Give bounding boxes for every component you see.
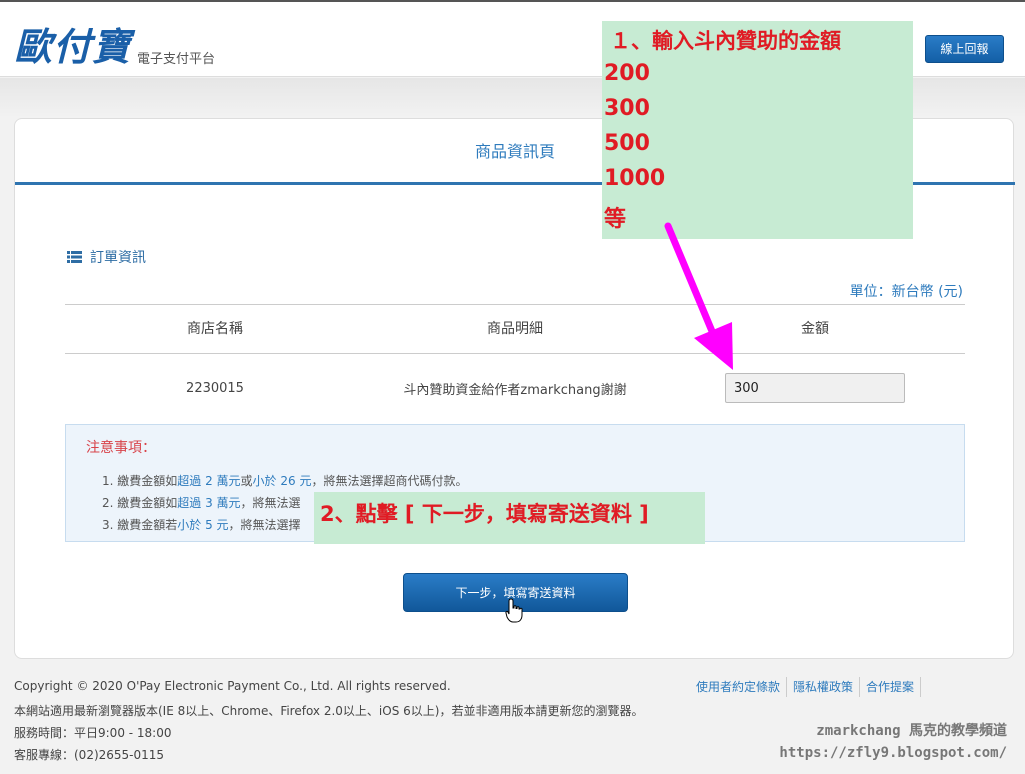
store-id: 2230015 <box>186 380 244 396</box>
copyright-text: Copyright © 2020 O'Pay Electronic Paymen… <box>14 679 451 693</box>
header-product-detail: 商品明細 <box>487 321 543 337</box>
list-item: 1. 繳費金額如超過 2 萬元或小於 26 元，將無法選擇超商代碼付款。 <box>102 474 468 488</box>
notice-title: 注意事項： <box>86 440 156 456</box>
watermark-line1: zmarkchang 馬克的教學頻道 <box>816 723 1007 739</box>
currency-unit: 單位：新台幣 (元) <box>849 284 963 300</box>
step1-value: 500 <box>604 131 650 156</box>
table-row: 2230015 斗內贊助資金給作者zmarkchang謝謝 <box>65 354 965 422</box>
step1-value: 200 <box>604 61 650 86</box>
order-table: 商店名稱 商品明細 金額 2230015 斗內贊助資金給作者zmarkchang… <box>65 304 965 422</box>
order-info-heading: 訂單資訊 <box>67 247 146 267</box>
watermark-line2: https://zfly9.blogspot.com/ <box>779 745 1007 761</box>
browser-note: 本網站適用最新瀏覽器版本(IE 8以上、Chrome、Firefox 2.0以上… <box>14 704 644 718</box>
step2-annotation: 2、點擊 [ 下一步，填寫寄送資料 ] <box>314 492 705 544</box>
service-hours: 服務時間：平日9:00 - 18:00 <box>14 726 172 740</box>
online-report-button[interactable]: 線上回報 <box>925 35 1004 63</box>
header-store-name: 商店名稱 <box>187 321 243 337</box>
service-hotline: 客服專線：(02)2655-0115 <box>14 748 165 762</box>
step1-value: 1000 <box>604 166 666 191</box>
product-detail: 斗內贊助資金給作者zmarkchang謝謝 <box>403 382 627 398</box>
step1-value: 等 <box>604 207 627 232</box>
step2-text: 2、點擊 [ 下一步，填寫寄送資料 ] <box>320 502 649 526</box>
partnership-link[interactable]: 合作提案 <box>860 677 922 697</box>
terms-link[interactable]: 使用者約定條款 <box>690 677 788 697</box>
amount-cell <box>665 373 965 403</box>
table-header: 商店名稱 商品明細 金額 <box>65 304 965 354</box>
step1-annotation: １、輸入斗內贊助的金額 200 300 500 1000 等 <box>602 21 913 239</box>
list-icon <box>67 251 82 263</box>
step1-title: １、輸入斗內贊助的金額 <box>610 29 841 53</box>
footer-links: 使用者約定條款 隱私權政策 合作提案 <box>690 677 922 697</box>
logo-subtitle: 電子支付平台 <box>137 52 216 67</box>
order-info-label: 訂單資訊 <box>90 250 146 266</box>
hand-cursor-icon <box>505 598 523 623</box>
amount-input[interactable] <box>725 373 905 403</box>
opay-logo[interactable]: 歐付寶 <box>14 16 131 71</box>
privacy-link[interactable]: 隱私權政策 <box>787 677 861 697</box>
step1-value: 300 <box>604 96 650 121</box>
header-amount: 金額 <box>801 321 829 337</box>
footer-info: 本網站適用最新瀏覽器版本(IE 8以上、Chrome、Firefox 2.0以上… <box>14 700 643 766</box>
channel-watermark: zmarkchang 馬克的教學頻道 https://zfly9.blogspo… <box>779 720 1007 764</box>
